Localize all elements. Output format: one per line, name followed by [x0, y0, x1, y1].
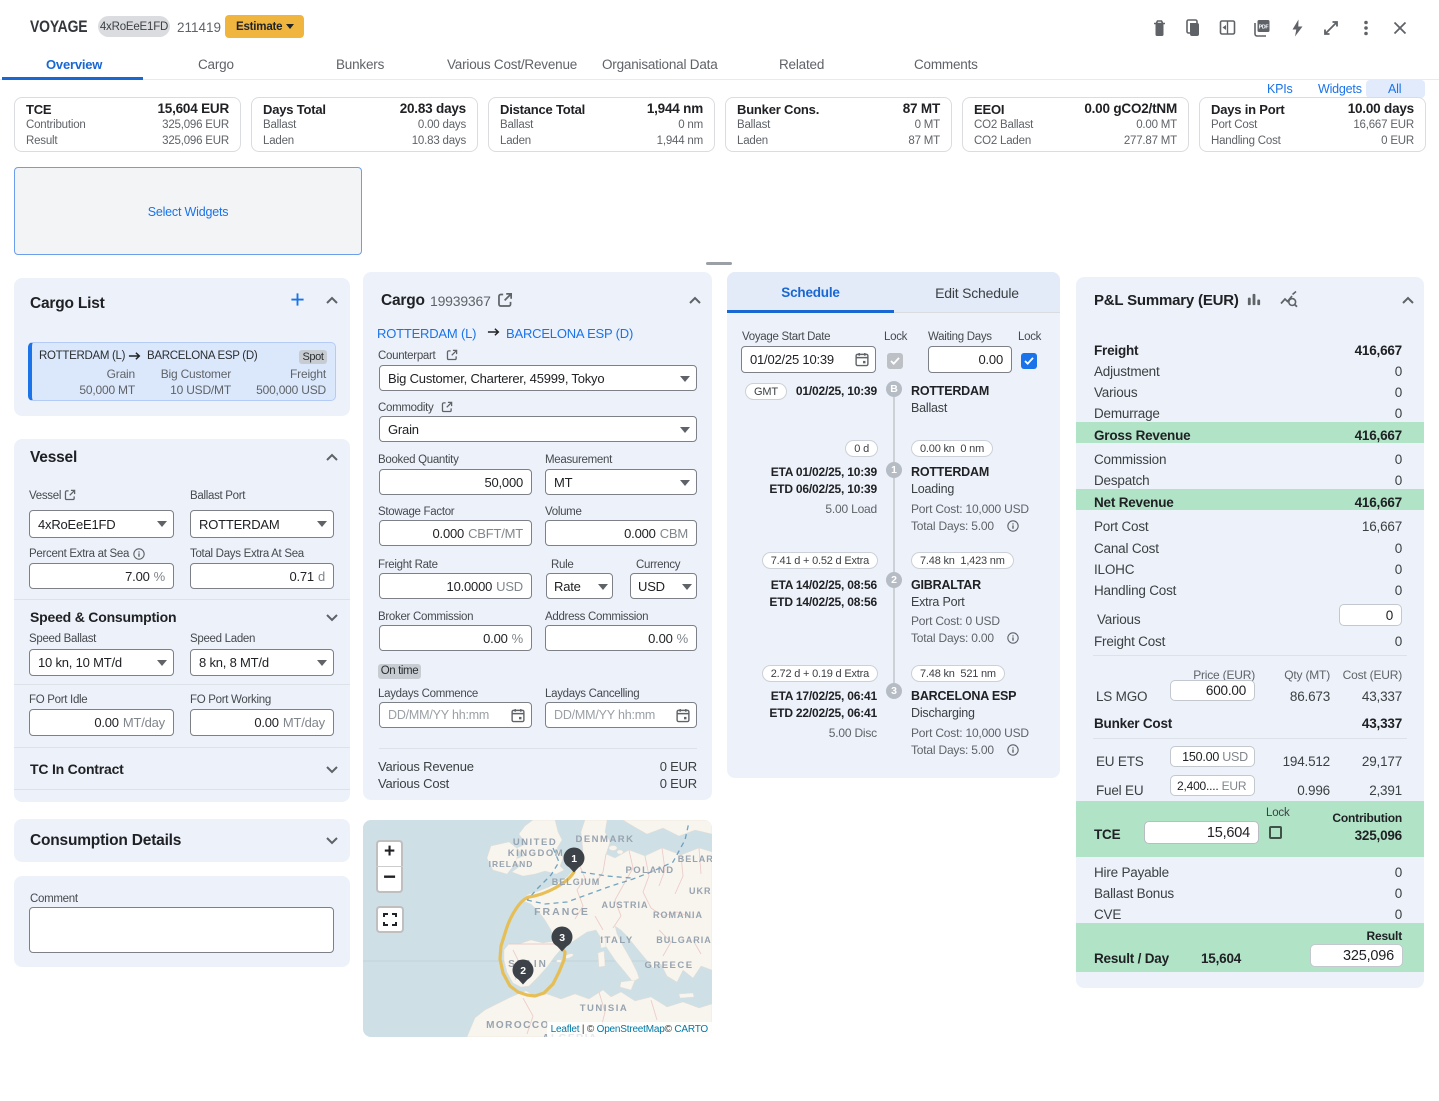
svg-text:GREECE: GREECE: [644, 960, 693, 971]
svg-text:FRANCE: FRANCE: [534, 906, 590, 918]
svg-text:POLAND: POLAND: [625, 865, 674, 876]
svg-text:TUNISIA: TUNISIA: [580, 1003, 629, 1014]
svg-text:PDF: PDF: [1259, 25, 1269, 31]
svg-text:DENMARK: DENMARK: [575, 834, 634, 845]
svg-text:BELARUS: BELARUS: [678, 854, 712, 864]
svg-text:AUSTRIA: AUSTRIA: [602, 900, 649, 910]
svg-text:MOROCCO: MOROCCO: [486, 1020, 550, 1031]
svg-text:2: 2: [520, 965, 526, 977]
svg-text:1: 1: [571, 853, 577, 865]
svg-text:3: 3: [559, 932, 565, 944]
svg-text:UKR.: UKR.: [689, 886, 712, 896]
svg-text:UNITED: UNITED: [513, 837, 557, 848]
svg-text:IRELAND: IRELAND: [489, 859, 534, 869]
svg-text:KINGDOM: KINGDOM: [508, 848, 564, 859]
svg-text:ROMANIA: ROMANIA: [653, 910, 703, 920]
svg-text:ITALY: ITALY: [600, 935, 633, 946]
svg-text:BELGIUM: BELGIUM: [552, 877, 601, 887]
svg-text:BULGARIA: BULGARIA: [656, 935, 712, 945]
